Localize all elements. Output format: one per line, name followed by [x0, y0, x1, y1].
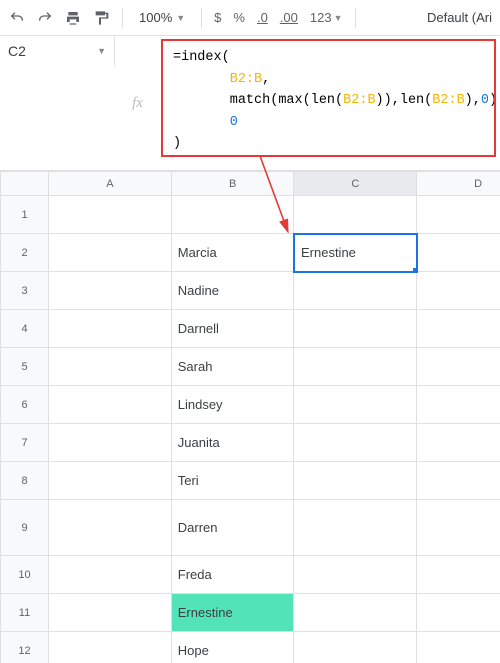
cell[interactable] — [294, 462, 417, 500]
cell-selected[interactable]: Ernestine — [294, 234, 417, 272]
cell[interactable] — [417, 234, 500, 272]
cell[interactable] — [294, 424, 417, 462]
toolbar-separator — [122, 8, 123, 28]
cell[interactable] — [49, 234, 172, 272]
row-header[interactable]: 11 — [1, 594, 49, 632]
row-header[interactable]: 6 — [1, 386, 49, 424]
spreadsheet-grid[interactable]: A B C D 1 2 Marcia Ernestine 3 Nadine — [0, 171, 500, 663]
currency-button[interactable]: $ — [214, 10, 221, 25]
toolbar-separator — [355, 8, 356, 28]
more-formats-dropdown[interactable]: 123▼ — [310, 10, 343, 25]
cell[interactable]: Darnell — [171, 310, 294, 348]
decrease-decimal-button[interactable]: .0 — [257, 10, 268, 25]
row-header[interactable]: 8 — [1, 462, 49, 500]
col-header-b[interactable]: B — [171, 172, 294, 196]
formula-bar[interactable]: =index( B2:B, match(max(len(B2:B)),len(B… — [161, 39, 496, 157]
cell[interactable] — [417, 310, 500, 348]
cell[interactable]: Teri — [171, 462, 294, 500]
col-header-a[interactable]: A — [49, 172, 172, 196]
toolbar-separator — [201, 8, 202, 28]
cell[interactable] — [49, 348, 172, 386]
toolbar: 100% ▼ $ % .0 .00 123▼ Default (Ari — [0, 0, 500, 36]
cell[interactable] — [417, 500, 500, 556]
cell[interactable]: Nadine — [171, 272, 294, 310]
row-header[interactable]: 1 — [1, 196, 49, 234]
cell-highlighted[interactable]: Ernestine — [171, 594, 294, 632]
row-header[interactable]: 9 — [1, 500, 49, 556]
fx-icon: fx — [115, 36, 160, 170]
redo-icon[interactable] — [36, 9, 54, 27]
cell[interactable] — [294, 196, 417, 234]
cell[interactable] — [49, 272, 172, 310]
number-format-group: $ % .0 .00 123▼ — [214, 10, 342, 25]
chevron-down-icon: ▼ — [176, 13, 185, 23]
cell[interactable] — [49, 462, 172, 500]
cell[interactable] — [49, 424, 172, 462]
cell[interactable]: Lindsey — [171, 386, 294, 424]
cell[interactable] — [417, 348, 500, 386]
undo-icon[interactable] — [8, 9, 26, 27]
col-header-d[interactable]: D — [417, 172, 500, 196]
cell[interactable] — [417, 386, 500, 424]
cell[interactable]: Hope — [171, 632, 294, 663]
cell[interactable] — [417, 462, 500, 500]
cell[interactable] — [294, 272, 417, 310]
cell[interactable] — [294, 594, 417, 632]
cell[interactable] — [49, 594, 172, 632]
zoom-value: 100% — [139, 10, 172, 25]
cell[interactable] — [417, 632, 500, 663]
name-box[interactable]: C2 ▼ — [0, 36, 115, 66]
row-header[interactable]: 3 — [1, 272, 49, 310]
cell[interactable] — [294, 348, 417, 386]
cell[interactable] — [294, 310, 417, 348]
cell[interactable] — [294, 386, 417, 424]
cell[interactable] — [49, 310, 172, 348]
cell[interactable]: Marcia — [171, 234, 294, 272]
row-header[interactable]: 10 — [1, 556, 49, 594]
name-box-value: C2 — [8, 43, 26, 59]
cell[interactable] — [49, 632, 172, 663]
select-all-corner[interactable] — [1, 172, 49, 196]
formula-bar-row: C2 ▼ fx =index( B2:B, match(max(len(B2:B… — [0, 36, 500, 171]
row-header[interactable]: 2 — [1, 234, 49, 272]
percent-button[interactable]: % — [233, 10, 245, 25]
cell[interactable] — [294, 556, 417, 594]
increase-decimal-button[interactable]: .00 — [280, 10, 298, 25]
cell[interactable] — [294, 500, 417, 556]
cell[interactable] — [417, 594, 500, 632]
paint-format-icon[interactable] — [92, 9, 110, 27]
cell[interactable] — [417, 424, 500, 462]
col-header-c[interactable]: C — [294, 172, 417, 196]
row-header[interactable]: 5 — [1, 348, 49, 386]
cell[interactable]: Freda — [171, 556, 294, 594]
cell[interactable] — [49, 196, 172, 234]
print-icon[interactable] — [64, 9, 82, 27]
row-header[interactable]: 7 — [1, 424, 49, 462]
row-header[interactable]: 12 — [1, 632, 49, 663]
cell[interactable] — [294, 632, 417, 663]
cell[interactable]: Darren — [171, 500, 294, 556]
cell[interactable] — [49, 386, 172, 424]
cell[interactable] — [171, 196, 294, 234]
cell[interactable]: Juanita — [171, 424, 294, 462]
cell[interactable] — [417, 196, 500, 234]
cell[interactable] — [417, 556, 500, 594]
cell[interactable] — [49, 500, 172, 556]
font-family-dropdown[interactable]: Default (Ari — [415, 10, 492, 25]
zoom-dropdown[interactable]: 100% ▼ — [135, 10, 189, 25]
cell[interactable] — [417, 272, 500, 310]
cell[interactable]: Sarah — [171, 348, 294, 386]
row-header[interactable]: 4 — [1, 310, 49, 348]
chevron-down-icon: ▼ — [97, 46, 106, 56]
cell[interactable] — [49, 556, 172, 594]
